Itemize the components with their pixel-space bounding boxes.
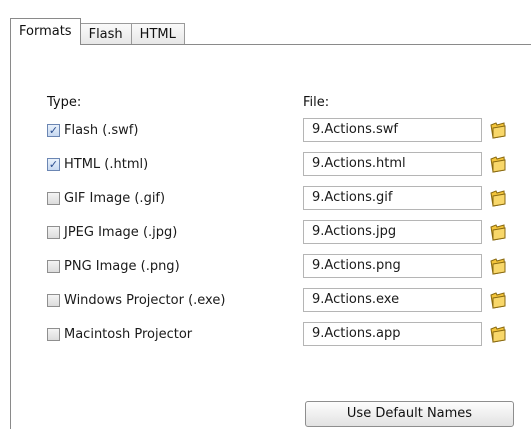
use-default-names-button[interactable]: Use Default Names [305,401,514,427]
checkbox-mac[interactable] [47,327,60,341]
folder-icon[interactable] [489,256,507,276]
folder-icon[interactable] [489,188,507,208]
format-row-gif[interactable]: GIF Image (.gif) [47,188,165,208]
file-field-exe[interactable]: 9.Actions.exe [303,288,482,312]
checkbox-html[interactable]: ✓ [47,157,60,171]
folder-icon[interactable] [489,324,507,344]
file-field-jpeg[interactable]: 9.Actions.jpg [303,220,482,244]
format-row-jpeg[interactable]: JPEG Image (.jpg) [47,222,177,242]
publish-settings-dialog: Formats Flash HTML Type: File: ✓ Flash (… [0,0,531,429]
file-field-html[interactable]: 9.Actions.html [303,152,482,176]
format-row-html[interactable]: ✓ HTML (.html) [47,154,148,174]
folder-icon[interactable] [489,120,507,140]
format-label-html: HTML (.html) [64,156,149,172]
format-label-mac: Macintosh Projector [64,326,193,342]
format-label-gif: GIF Image (.gif) [64,190,166,206]
checkbox-exe[interactable] [47,293,60,307]
format-row-mac[interactable]: Macintosh Projector [47,324,192,344]
file-field-gif[interactable]: 9.Actions.gif [303,186,482,210]
folder-icon[interactable] [489,290,507,310]
checkbox-png[interactable] [47,259,60,273]
folder-icon[interactable] [489,154,507,174]
format-label-jpeg: JPEG Image (.jpg) [64,224,178,240]
checkbox-jpeg[interactable] [47,225,60,239]
file-field-mac[interactable]: 9.Actions.app [303,322,482,346]
format-rows: ✓ Flash (.swf) 9.Actions.swf ✓ HTML (.ht… [0,0,531,429]
file-field-png[interactable]: 9.Actions.png [303,254,482,278]
format-label-exe: Windows Projector (.exe) [64,292,226,308]
format-row-exe[interactable]: Windows Projector (.exe) [47,290,225,310]
format-row-flash[interactable]: ✓ Flash (.swf) [47,120,138,140]
format-label-png: PNG Image (.png) [64,258,180,274]
folder-icon[interactable] [489,222,507,242]
format-label-flash: Flash (.swf) [64,122,139,138]
file-field-flash[interactable]: 9.Actions.swf [303,118,482,142]
checkbox-flash[interactable]: ✓ [47,123,60,137]
format-row-png[interactable]: PNG Image (.png) [47,256,180,276]
checkbox-gif[interactable] [47,191,60,205]
